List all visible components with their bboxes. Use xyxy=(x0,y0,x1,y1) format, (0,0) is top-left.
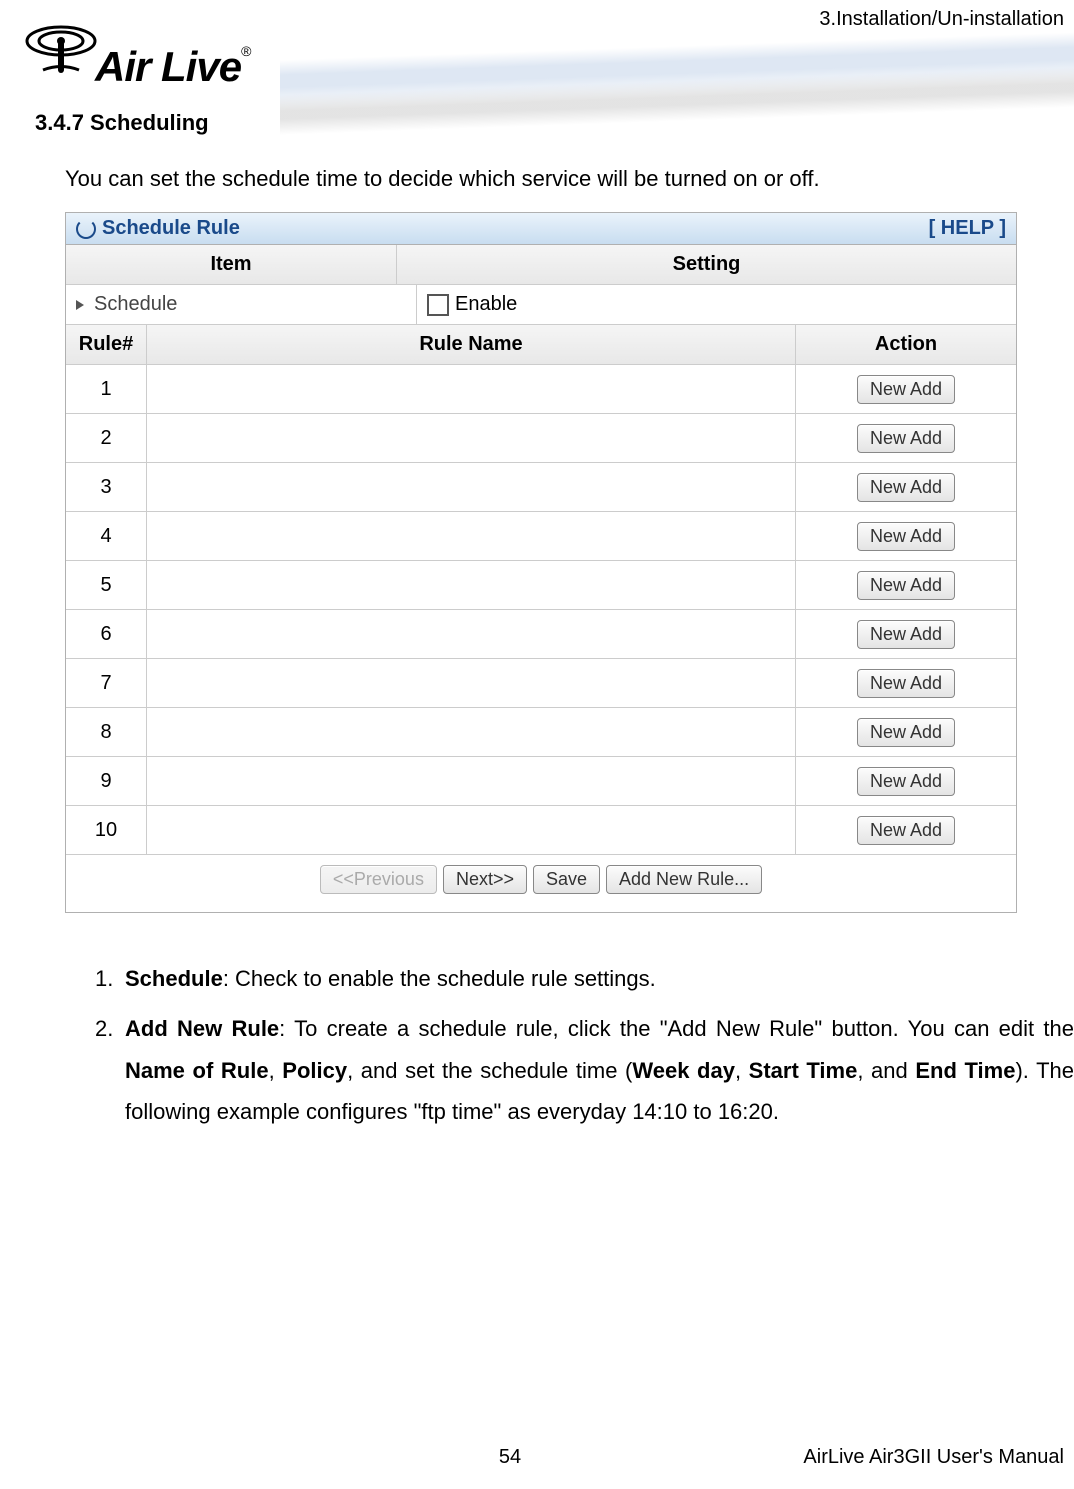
new-add-button[interactable]: New Add xyxy=(857,620,955,649)
header-rule-name: Rule Name xyxy=(147,325,796,364)
header-item: Item xyxy=(66,245,397,284)
schedule-rule-panel: Schedule Rule [ HELP ] Item Setting Sche… xyxy=(65,212,1017,913)
new-add-button[interactable]: New Add xyxy=(857,669,955,698)
rule-num: 3 xyxy=(66,463,147,511)
header-setting: Setting xyxy=(397,245,1016,284)
new-add-button[interactable]: New Add xyxy=(857,571,955,600)
rule-name-cell xyxy=(147,610,796,658)
list-bold: Start Time xyxy=(749,1058,858,1083)
table-row: 8 New Add xyxy=(66,708,1016,757)
panel-footer: <<Previous Next>> Save Add New Rule... xyxy=(66,855,1016,912)
list-text: , and xyxy=(857,1058,915,1083)
triangle-right-icon xyxy=(76,300,84,310)
list-bold: Add New Rule xyxy=(125,1016,279,1041)
list-text: : Check to enable the schedule rule sett… xyxy=(223,966,656,991)
table-row: 1 New Add xyxy=(66,365,1016,414)
panel-title: Schedule Rule xyxy=(102,217,240,240)
table-row: 10 New Add xyxy=(66,806,1016,855)
page-footer: 54 AirLive Air3GII User's Manual xyxy=(0,1446,1064,1469)
rule-name-cell xyxy=(147,414,796,462)
logo-text: Air Live xyxy=(95,43,241,90)
rule-name-cell xyxy=(147,365,796,413)
next-button[interactable]: Next>> xyxy=(443,865,527,894)
instruction-list: 1. Schedule: Check to enable the schedul… xyxy=(95,958,1074,1133)
table-row: 4 New Add xyxy=(66,512,1016,561)
refresh-icon xyxy=(76,219,96,239)
list-bold: Week day xyxy=(632,1058,735,1083)
rule-name-cell xyxy=(147,659,796,707)
list-bold: End Time xyxy=(915,1058,1015,1083)
new-add-button[interactable]: New Add xyxy=(857,522,955,551)
logo-registered: ® xyxy=(241,43,251,59)
list-text: : To create a schedule rule, click the "… xyxy=(279,1016,1074,1041)
new-add-button[interactable]: New Add xyxy=(857,816,955,845)
rule-name-cell xyxy=(147,757,796,805)
rule-name-cell xyxy=(147,561,796,609)
header-rule-num: Rule# xyxy=(66,325,147,364)
table-row: 3 New Add xyxy=(66,463,1016,512)
rule-num: 1 xyxy=(66,365,147,413)
help-link[interactable]: [ HELP ] xyxy=(929,217,1006,240)
table-row: 7 New Add xyxy=(66,659,1016,708)
save-button[interactable]: Save xyxy=(533,865,600,894)
rule-num: 2 xyxy=(66,414,147,462)
table-row: 5 New Add xyxy=(66,561,1016,610)
enable-label: Enable xyxy=(455,293,517,316)
rule-name-cell xyxy=(147,463,796,511)
manual-title: AirLive Air3GII User's Manual xyxy=(803,1446,1064,1469)
list-item: 2. Add New Rule: To create a schedule ru… xyxy=(95,1008,1074,1133)
rule-num: 8 xyxy=(66,708,147,756)
list-bold: Name of Rule xyxy=(125,1058,269,1083)
rule-num: 4 xyxy=(66,512,147,560)
schedule-label: Schedule xyxy=(94,293,177,316)
rule-name-cell xyxy=(147,708,796,756)
list-bold: Schedule xyxy=(125,966,223,991)
list-num: 1. xyxy=(95,958,125,1000)
rule-num: 10 xyxy=(66,806,147,854)
panel-header: Schedule Rule [ HELP ] xyxy=(66,213,1016,245)
list-text: , and set the schedule time ( xyxy=(347,1058,632,1083)
airlive-logo: Air Live® xyxy=(25,15,285,95)
table-row: 2 New Add xyxy=(66,414,1016,463)
list-text: , xyxy=(269,1058,283,1083)
rule-num: 9 xyxy=(66,757,147,805)
list-bold: Policy xyxy=(282,1058,347,1083)
new-add-button[interactable]: New Add xyxy=(857,718,955,747)
list-item: 1. Schedule: Check to enable the schedul… xyxy=(95,958,1074,1000)
schedule-enable-row: Schedule Enable xyxy=(66,285,1016,325)
settings-header-row: Item Setting xyxy=(66,245,1016,285)
breadcrumb: 3.Installation/Un-installation xyxy=(819,8,1064,31)
rule-name-cell xyxy=(147,806,796,854)
rule-num: 6 xyxy=(66,610,147,658)
new-add-button[interactable]: New Add xyxy=(857,424,955,453)
add-new-rule-button[interactable]: Add New Rule... xyxy=(606,865,762,894)
table-row: 9 New Add xyxy=(66,757,1016,806)
new-add-button[interactable]: New Add xyxy=(857,473,955,502)
rule-num: 5 xyxy=(66,561,147,609)
rules-header-row: Rule# Rule Name Action xyxy=(66,325,1016,365)
new-add-button[interactable]: New Add xyxy=(857,375,955,404)
section-title: 3.4.7 Scheduling xyxy=(35,110,1074,136)
intro-text: You can set the schedule time to decide … xyxy=(65,166,1074,192)
header-action: Action xyxy=(796,325,1016,364)
rule-num: 7 xyxy=(66,659,147,707)
enable-checkbox[interactable] xyxy=(427,294,449,316)
rule-name-cell xyxy=(147,512,796,560)
list-num: 2. xyxy=(95,1008,125,1133)
new-add-button[interactable]: New Add xyxy=(857,767,955,796)
page-number: 54 xyxy=(480,1446,540,1469)
table-row: 6 New Add xyxy=(66,610,1016,659)
previous-button: <<Previous xyxy=(320,865,437,894)
list-text: , xyxy=(735,1058,749,1083)
